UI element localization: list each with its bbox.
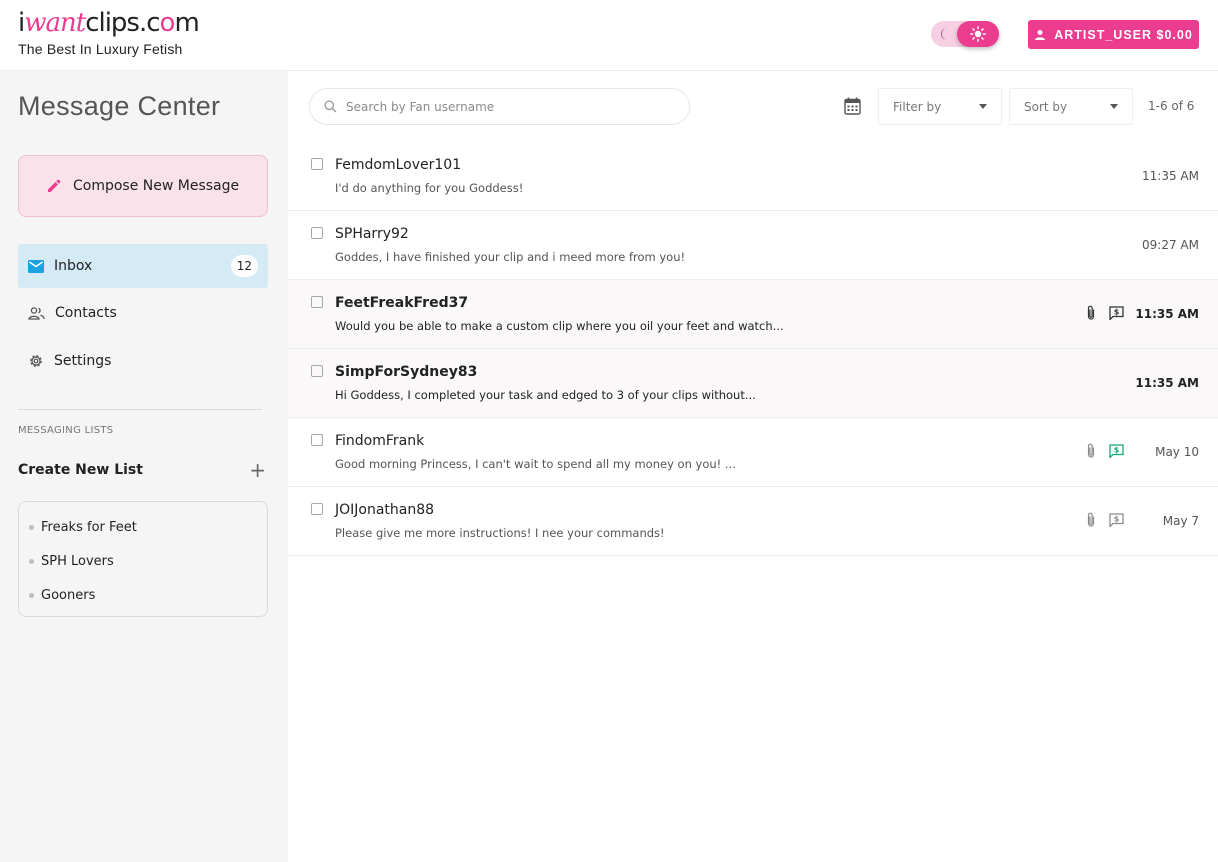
bullet-icon [29, 524, 34, 530]
bullet-icon [29, 592, 34, 598]
paid-message-icon: $ [1109, 444, 1124, 458]
attachment-icon [1087, 443, 1095, 458]
sidebar-item-contacts[interactable]: Contacts [18, 291, 268, 335]
attachment-icon [1087, 512, 1095, 527]
top-header: iwantclips.com The Best In Luxury Fetish… [0, 0, 1218, 71]
compose-label: Compose New Message [73, 178, 240, 194]
unread-count-badge: 12 [230, 255, 258, 277]
svg-text:$: $ [1114, 515, 1120, 524]
sender-username: FemdomLover101 [335, 157, 462, 173]
create-list-label: Create New List [18, 462, 143, 478]
site-logo[interactable]: iwantclips.com The Best In Luxury Fetish [18, 7, 200, 57]
bullet-icon [29, 558, 34, 564]
list-item-label: SPH Lovers [41, 553, 114, 569]
message-snippet: Goddes, I have finished your clip and i … [335, 250, 686, 264]
calendar-icon[interactable] [844, 97, 861, 115]
message-time: 11:35 AM [1135, 376, 1199, 390]
list-item-label: Freaks for Feet [41, 519, 137, 535]
page-title: Message Center [18, 91, 221, 121]
message-snippet: Good morning Princess, I can't wait to s… [335, 457, 736, 471]
message-row[interactable]: FeetFreakFred37 Would you be able to mak… [288, 280, 1218, 349]
person-icon [1035, 29, 1046, 40]
list-item[interactable]: Gooners [19, 578, 267, 612]
sort-dropdown[interactable]: Sort by [1009, 88, 1133, 125]
message-time: May 7 [1162, 514, 1199, 528]
message-row[interactable]: FemdomLover101 I'd do anything for you G… [288, 142, 1218, 211]
gear-icon [30, 355, 42, 367]
sidebar-item-settings[interactable]: Settings [18, 339, 268, 383]
pagination-count: 1-6 of 6 [1148, 99, 1195, 113]
message-snippet: Would you be able to make a custom clip … [335, 319, 784, 333]
message-time: 11:35 AM [1142, 169, 1199, 183]
messaging-lists-heading: MESSAGING LISTS [18, 425, 114, 436]
list-item-label: Gooners [41, 587, 96, 603]
sender-username: SimpForSydney83 [335, 364, 478, 380]
row-checkbox[interactable] [311, 158, 323, 170]
search-input[interactable] [346, 99, 666, 114]
svg-text:$: $ [1114, 308, 1120, 317]
message-time: 09:27 AM [1142, 238, 1199, 252]
moon-icon [941, 28, 947, 40]
sender-username: JOIJonathan88 [335, 502, 435, 518]
sidebar-item-label: Contacts [55, 305, 117, 321]
pencil-icon [48, 179, 61, 192]
sidebar-divider [18, 409, 262, 410]
search-bar[interactable] [309, 88, 690, 125]
list-item[interactable]: Freaks for Feet [19, 510, 267, 544]
sidebar: Message Center Compose New Message Inbox… [0, 71, 288, 862]
row-checkbox[interactable] [311, 365, 323, 377]
sidebar-item-label: Settings [54, 353, 112, 369]
message-row[interactable]: JOIJonathan88 Please give me more instru… [288, 487, 1218, 556]
message-snippet: I'd do anything for you Goddess! [335, 181, 524, 195]
filter-label: Filter by [893, 99, 942, 114]
message-row[interactable]: SPHarry92 Goddes, I have finished your c… [288, 211, 1218, 280]
sidebar-item-label: Inbox [54, 258, 93, 274]
logo-wordmark: iwantclips.com [18, 8, 200, 38]
sun-icon [970, 26, 986, 42]
message-list-panel: Filter by Sort by 1-6 of 6 FemdomLover10… [288, 71, 1218, 862]
mail-icon [28, 259, 44, 273]
search-icon [324, 100, 337, 113]
row-checkbox[interactable] [311, 503, 323, 515]
message-row[interactable]: SimpForSydney83 Hi Goddess, I completed … [288, 349, 1218, 418]
messaging-lists: Freaks for Feet SPH Lovers Gooners [18, 501, 268, 617]
sort-label: Sort by [1024, 99, 1068, 114]
list-item[interactable]: SPH Lovers [19, 544, 267, 578]
caret-down-icon [979, 104, 987, 109]
row-checkbox[interactable] [311, 434, 323, 446]
filter-dropdown[interactable]: Filter by [878, 88, 1002, 125]
message-snippet: Hi Goddess, I completed your task and ed… [335, 388, 756, 402]
sender-username: FindomFrank [335, 433, 425, 449]
people-icon [28, 306, 45, 320]
sidebar-item-inbox[interactable]: Inbox 12 [18, 244, 268, 288]
tagline: The Best In Luxury Fetish [18, 41, 183, 57]
message-snippet: Please give me more instructions! I nee … [335, 526, 665, 540]
message-time: May 10 [1155, 445, 1199, 459]
paid-message-icon: $ [1109, 306, 1124, 320]
user-account-label: ARTIST_USER $0.00 [1054, 27, 1193, 42]
sender-username: SPHarry92 [335, 226, 409, 242]
row-checkbox[interactable] [311, 296, 323, 308]
caret-down-icon [1110, 104, 1118, 109]
theme-toggle[interactable] [931, 21, 999, 47]
svg-text:$: $ [1114, 446, 1120, 455]
message-time: 11:35 AM [1135, 307, 1199, 321]
attachment-icon [1087, 305, 1095, 320]
paid-message-icon: $ [1109, 513, 1124, 527]
plus-icon[interactable]: + [249, 460, 266, 480]
user-account-button[interactable]: ARTIST_USER $0.00 [1028, 20, 1199, 49]
sender-username: FeetFreakFred37 [335, 295, 469, 311]
theme-toggle-knob[interactable] [957, 21, 999, 47]
create-new-list-button[interactable]: Create New List + [18, 460, 268, 480]
compose-new-message-button[interactable]: Compose New Message [18, 155, 268, 217]
message-row[interactable]: FindomFrank Good morning Princess, I can… [288, 418, 1218, 487]
row-checkbox[interactable] [311, 227, 323, 239]
